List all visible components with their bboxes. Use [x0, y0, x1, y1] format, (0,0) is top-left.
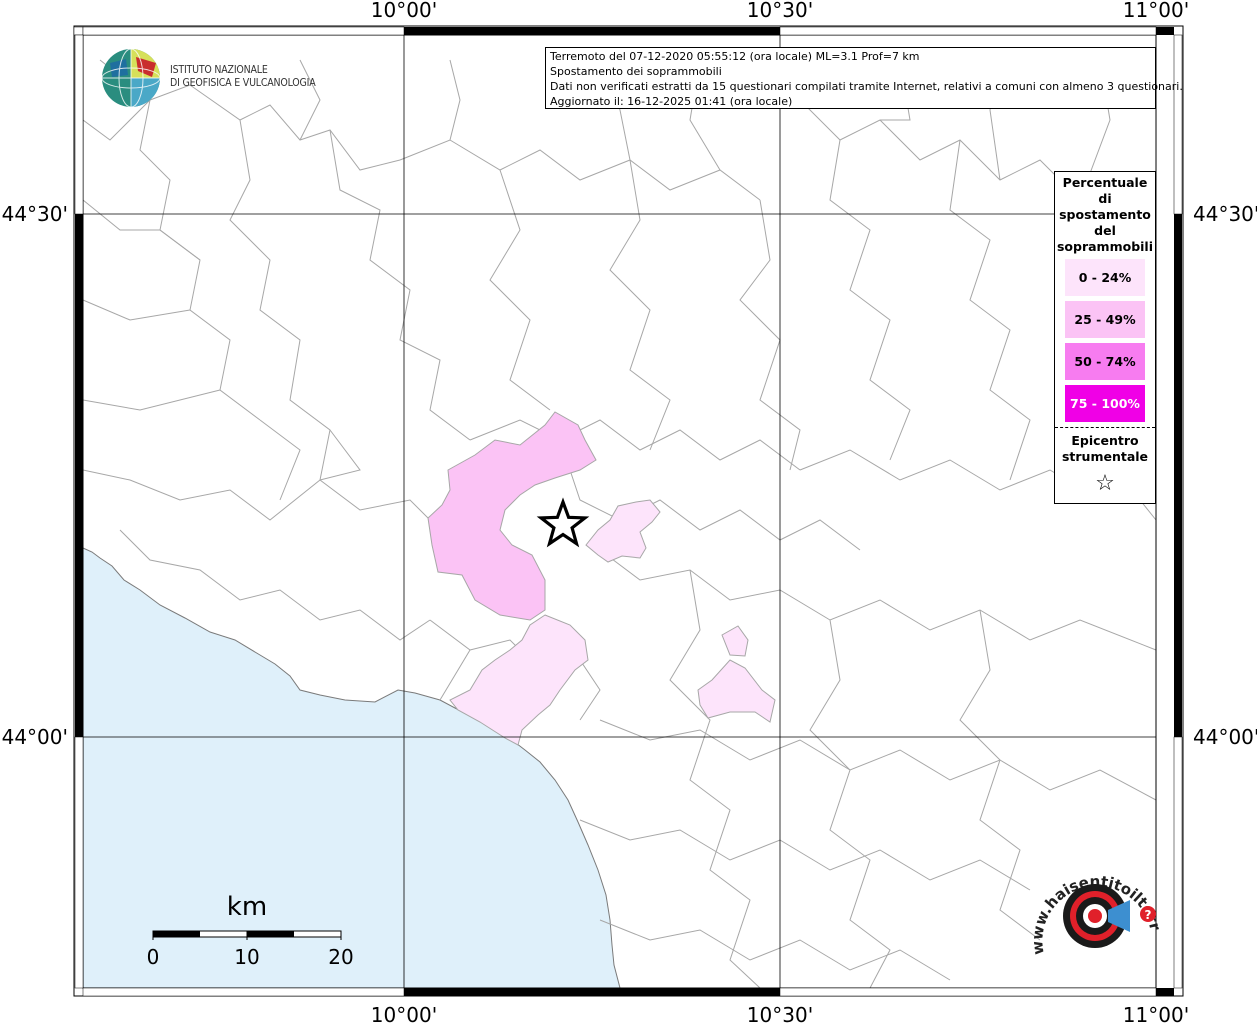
top-label-1000: 10°00' [371, 0, 437, 22]
legend-title-line: di [1098, 191, 1112, 206]
scale-label-10: 10 [234, 945, 259, 969]
legend-item-75-100: 75 - 100% [1065, 385, 1145, 422]
target-megaphone-icon: www.haisentitoilterremoto.it ? [1022, 844, 1164, 956]
left-label-4430: 44°30' [2, 202, 68, 226]
svg-text:?: ? [1145, 908, 1152, 922]
legend-star-icon: ☆ [1095, 471, 1115, 496]
top-label-1030: 10°30' [747, 0, 813, 22]
legend-epicenter-line: strumentale [1061, 449, 1149, 464]
legend-item-0-24: 0 - 24% [1065, 259, 1145, 296]
left-label-4400: 44°00' [2, 725, 68, 749]
ingv-logo-text: ISTITUTO NAZIONALE DI GEOFISICA E VULCAN… [170, 64, 316, 90]
right-label-4430: 44°30' [1193, 202, 1257, 226]
legend-divider [1055, 427, 1155, 428]
top-label-1100: 11°00' [1123, 0, 1189, 22]
info-line-type: Spostamento dei soprammobili [550, 65, 722, 78]
legend-epicenter-label: Epicentro strumentale [1055, 433, 1155, 465]
legend-box: Percentuale di spostamento del soprammob… [1054, 171, 1156, 504]
legend-title-line: soprammobili [1056, 239, 1153, 254]
bottom-label-1000: 10°00' [371, 1003, 437, 1024]
legend-title-line: Percentuale [1062, 175, 1148, 190]
scale-label-20: 20 [328, 945, 353, 969]
legend-title-line: spostamento [1059, 207, 1151, 222]
earthquake-info-box: Terremoto del 07-12-2020 05:55:12 (ora l… [545, 47, 1183, 109]
legend-title-line: del [1094, 223, 1116, 238]
right-label-4400: 44°00' [1193, 725, 1257, 749]
legend-epicenter-line: Epicentro [1071, 433, 1139, 448]
legend-item-50-74: 50 - 74% [1065, 343, 1145, 380]
bottom-label-1030: 10°30' [747, 1003, 813, 1024]
haisentito-logo: www.haisentitoilterremoto.it ? [1022, 844, 1165, 978]
ingv-logo-line1: ISTITUTO NAZIONALE [170, 64, 268, 76]
ingv-logo: ISTITUTO NAZIONALE DI GEOFISICA E VULCAN… [100, 47, 320, 109]
ingv-logo-line2: DI GEOFISICA E VULCANOLOGIA [170, 77, 316, 89]
legend-item-25-49: 25 - 49% [1065, 301, 1145, 338]
info-line-updated: Aggiornato il: 16-12-2025 01:41 (ora loc… [550, 95, 793, 108]
scale-unit: km [227, 892, 267, 922]
legend-title: Percentuale di spostamento del soprammob… [1055, 172, 1155, 255]
info-line-notice: Dati non verificati estratti da 15 quest… [550, 80, 1183, 93]
ingv-globe-icon [101, 48, 161, 108]
info-line-event: Terremoto del 07-12-2020 05:55:12 (ora l… [550, 50, 920, 63]
scale-label-0: 0 [147, 945, 160, 969]
bottom-label-1100: 11°00' [1123, 1003, 1189, 1024]
